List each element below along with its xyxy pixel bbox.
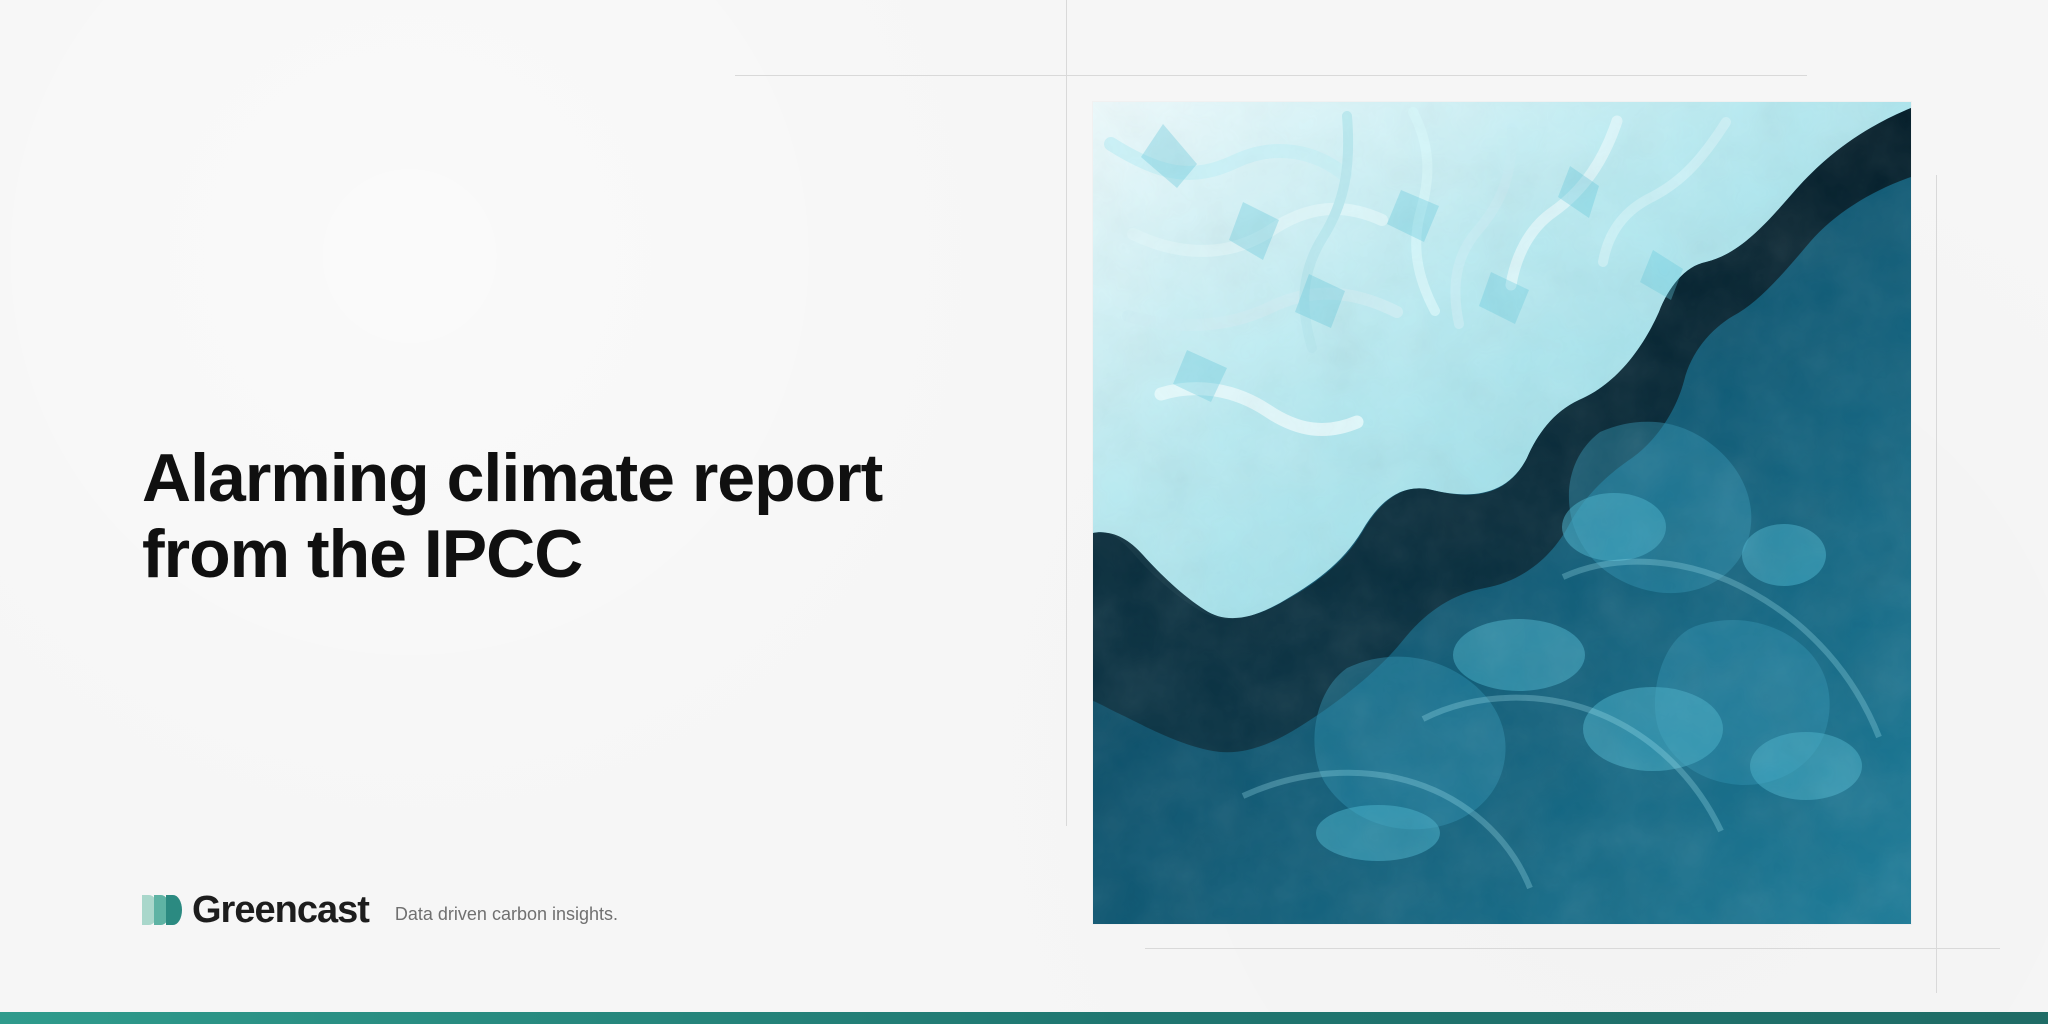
top-divider-line: [735, 75, 1807, 76]
headline-line-2: from the IPCC: [142, 516, 583, 592]
brand-lockup: Greencast Data driven carbon insights.: [142, 890, 618, 930]
satellite-ice-coastline-image: [1093, 102, 1911, 924]
right-vertical-guide: [1936, 175, 1937, 993]
footer-accent-bar: [0, 1012, 2048, 1024]
bottom-divider-line: [1145, 948, 2000, 949]
slide-canvas: Alarming climate report from the IPCC Gr…: [0, 0, 2048, 1024]
brand-name: Greencast: [192, 889, 370, 931]
headline: Alarming climate report from the IPCC: [142, 440, 922, 592]
brand-tagline: Data driven carbon insights.: [394, 904, 619, 924]
headline-line-1: Alarming climate report: [142, 440, 883, 516]
greencast-logo-icon: [142, 895, 182, 925]
upper-vertical-guide: [1066, 0, 1067, 826]
